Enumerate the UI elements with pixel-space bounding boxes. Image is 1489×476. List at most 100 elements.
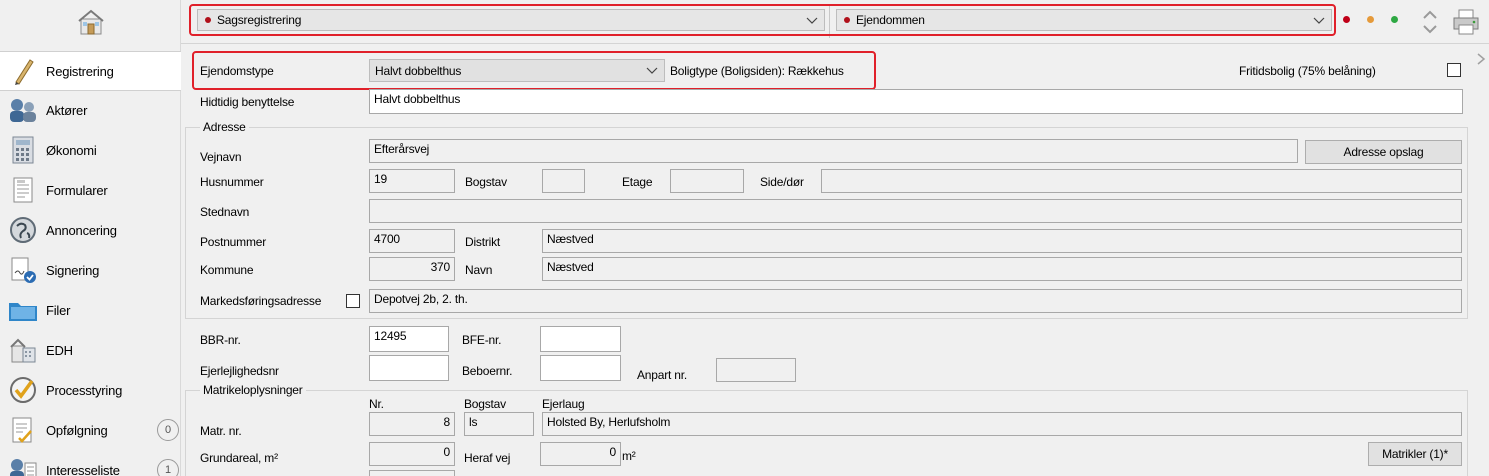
sidebar-item-label: Opfølgning	[46, 422, 108, 438]
grundareal-label: Grundareal, m²	[200, 451, 278, 465]
hidtidig-label: Hidtidig benyttelse	[200, 95, 295, 109]
sidebar-item-edh[interactable]: EDH	[0, 330, 181, 370]
etage-label: Etage	[622, 175, 653, 189]
col-nr-header: Nr.	[369, 397, 384, 411]
pencil-icon	[8, 56, 38, 86]
herafvej-field[interactable]: 0	[540, 442, 621, 466]
adresse-title: Adresse	[200, 120, 249, 134]
home-button[interactable]	[0, 0, 181, 44]
postnummer-label: Postnummer	[200, 235, 267, 249]
grundareal-field[interactable]: 0	[369, 442, 455, 466]
hidtidig-field[interactable]: Halvt dobbelthus	[369, 89, 1463, 114]
calculator-icon	[8, 135, 38, 165]
globe-icon	[8, 215, 38, 245]
beboer-field[interactable]	[540, 355, 621, 381]
print-button[interactable]	[1452, 8, 1480, 36]
sidebar-item-label: Annoncering	[46, 222, 117, 238]
anpart-label: Anpart nr.	[637, 368, 688, 382]
sidebar: Registrering Aktører Økonomi Formularer	[0, 0, 181, 476]
sidebar-item-interesseliste[interactable]: Interesseliste 1	[0, 450, 181, 476]
next-row-field[interactable]	[369, 470, 455, 476]
husnummer-field[interactable]: 19	[369, 169, 455, 193]
signature-icon	[8, 255, 38, 285]
matr-ejerlaug-field[interactable]: Holsted By, Herlufsholm	[542, 412, 1462, 436]
beboer-label: Beboernr.	[462, 364, 513, 378]
bbr-field[interactable]: 12495	[369, 326, 449, 352]
matr-nr-field[interactable]: 8	[369, 412, 455, 436]
anpart-field[interactable]	[716, 358, 796, 382]
herafvej-unit: m²	[622, 449, 636, 463]
sidebar-item-filer[interactable]: Filer	[0, 290, 181, 330]
ejerlejlighed-field[interactable]	[369, 355, 449, 381]
sidebar-item-label: Signering	[46, 262, 100, 278]
sidebar-item-label: Registrering	[46, 63, 114, 79]
people-icon	[8, 95, 38, 125]
markeds-checkbox[interactable]	[346, 294, 360, 308]
husnummer-label: Husnummer	[200, 175, 264, 189]
sidebar-item-label: Formularer	[46, 182, 108, 198]
matrikler-button[interactable]: Matrikler (1)*	[1368, 442, 1462, 466]
count-badge: 1	[157, 459, 179, 476]
sidebar-item-okonomi[interactable]: Økonomi	[0, 130, 181, 170]
stednavn-field[interactable]	[369, 199, 1462, 223]
checkmark-icon	[8, 375, 38, 405]
col-bogstav-header: Bogstav	[464, 397, 506, 411]
highlight-frame	[189, 4, 1336, 36]
sidedor-label: Side/dør	[760, 175, 804, 189]
fritidsbolig-checkbox[interactable]	[1447, 63, 1461, 77]
vejnavn-field[interactable]: Efterårsvej	[369, 139, 1298, 163]
matrikel-title: Matrikeloplysninger	[200, 383, 306, 397]
vejnavn-label: Vejnavn	[200, 150, 242, 164]
markeds-field[interactable]: Depotvej 2b, 2. th.	[369, 289, 1462, 313]
matr-bogstav-field[interactable]: ls	[464, 412, 534, 436]
sidebar-item-label: EDH	[46, 342, 73, 358]
sidedor-field[interactable]	[821, 169, 1462, 193]
sidebar-item-signering[interactable]: Signering	[0, 250, 181, 290]
distrikt-field[interactable]: Næstved	[542, 229, 1462, 253]
bfe-field[interactable]	[540, 326, 621, 352]
ejerlejlighed-label: Ejerlejlighedsnr	[200, 364, 279, 378]
bbr-label: BBR-nr.	[200, 333, 241, 347]
bogstav-label: Bogstav	[465, 175, 507, 189]
sidebar-item-registrering[interactable]: Registrering	[0, 51, 181, 91]
status-dot-green	[1391, 16, 1398, 23]
edh-icon	[8, 335, 38, 365]
chevron-up-down-icon	[1423, 10, 1437, 34]
sidebar-item-label: Interesseliste	[46, 462, 120, 476]
status-dot-red	[1343, 16, 1350, 23]
navn-label: Navn	[465, 263, 493, 277]
kommune-field[interactable]: 370	[369, 257, 455, 281]
people-list-icon	[8, 455, 38, 476]
postnummer-field[interactable]: 4700	[369, 229, 455, 253]
sidebar-item-opfolgning[interactable]: Opfølgning 0	[0, 410, 181, 450]
status-dot-orange	[1367, 16, 1374, 23]
sidebar-item-label: Aktører	[46, 102, 88, 118]
sidebar-item-label: Processtyring	[46, 382, 123, 398]
printer-icon	[1453, 9, 1479, 35]
sidebar-item-annoncering[interactable]: Annoncering	[0, 210, 181, 250]
fritidsbolig-label: Fritidsbolig (75% belåning)	[1239, 64, 1376, 78]
col-ejerlaug-header: Ejerlaug	[542, 397, 585, 411]
adresse-opslag-button[interactable]: Adresse opslag	[1305, 140, 1462, 164]
distrikt-label: Distrikt	[465, 235, 501, 249]
checklist-icon	[8, 415, 38, 445]
sidebar-item-label: Økonomi	[46, 142, 97, 158]
chevron-right-icon	[1477, 53, 1486, 65]
home-icon	[77, 9, 104, 35]
navigate-updown-button[interactable]	[1420, 8, 1440, 36]
navn-field[interactable]: Næstved	[542, 257, 1462, 281]
sidebar-item-aktorer[interactable]: Aktører	[0, 90, 181, 130]
herafvej-label: Heraf vej	[464, 451, 511, 465]
etage-field[interactable]	[670, 169, 744, 193]
stednavn-label: Stednavn	[200, 205, 250, 219]
sidebar-item-processtyring[interactable]: Processtyring	[0, 370, 181, 410]
bfe-label: BFE-nr.	[462, 333, 502, 347]
count-badge: 0	[157, 419, 179, 441]
sidebar-item-formularer[interactable]: Formularer	[0, 170, 181, 210]
sidebar-item-label: Filer	[46, 302, 71, 318]
matr-nr-label: Matr. nr.	[200, 424, 242, 438]
app-window: Registrering Aktører Økonomi Formularer	[0, 0, 1489, 476]
bogstav-field[interactable]	[542, 169, 585, 193]
kommune-label: Kommune	[200, 263, 254, 277]
expand-right-button[interactable]	[1475, 52, 1487, 66]
